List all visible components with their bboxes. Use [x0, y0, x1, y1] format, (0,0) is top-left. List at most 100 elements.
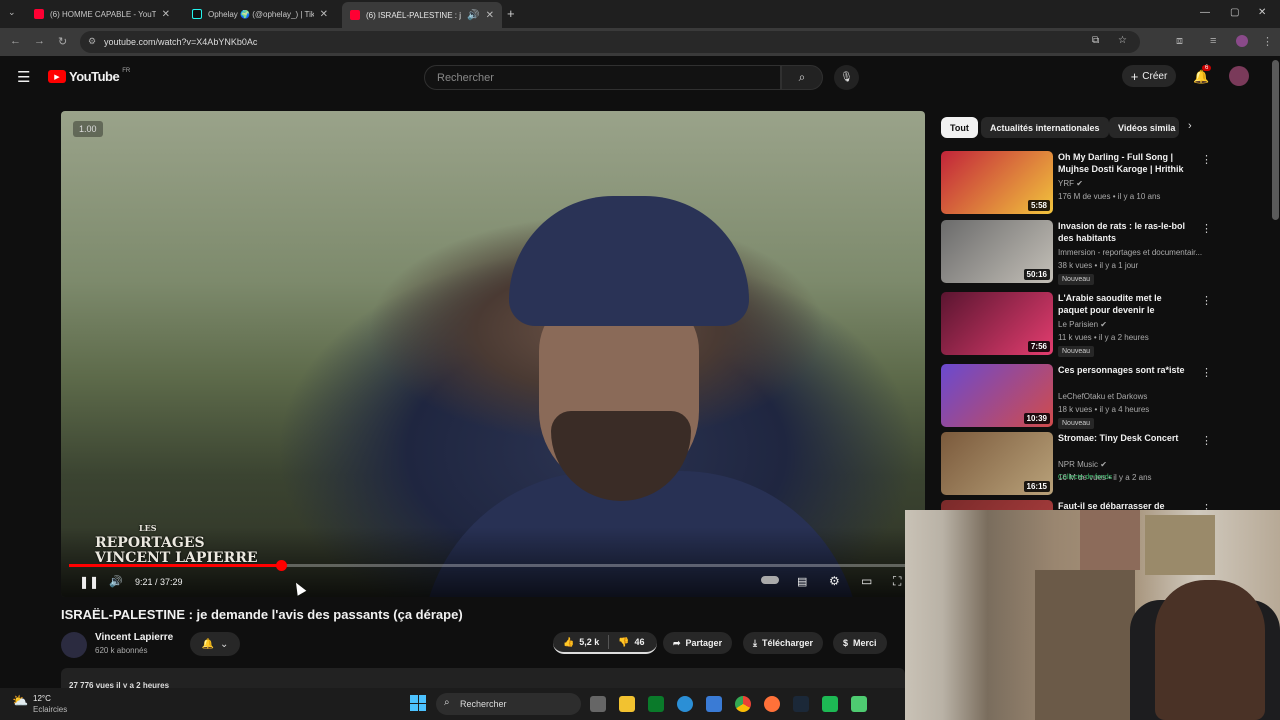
chips-next-chevron-icon[interactable]: ›	[1188, 120, 1192, 132]
recommendation-channel[interactable]: Immersion - reportages et documentair...	[1058, 248, 1202, 257]
share-button[interactable]: ➦ Partager	[663, 632, 733, 654]
recommendation-item[interactable]: 7:56 L'Arabie saoudite met le paquet pour…	[941, 292, 1212, 358]
recommendation-channel[interactable]: LeChefOtaku et Darkows	[1058, 392, 1147, 401]
profile-avatar[interactable]	[1236, 35, 1248, 47]
description-box[interactable]: 27 776 vues il y a 2 heures	[61, 668, 905, 690]
steam-icon[interactable]	[793, 696, 809, 712]
search-input[interactable]: Rechercher	[424, 65, 781, 90]
tab-close-icon[interactable]: ✕	[320, 9, 328, 20]
recommendation-thumbnail[interactable]: 16:15	[941, 432, 1053, 495]
tab-search-chevron-icon[interactable]: ⌄	[8, 7, 16, 18]
recommendation-item[interactable]: 16:15 Stromae: Tiny Desk Concert NPR Music…	[941, 432, 1212, 498]
recommendation-thumbnail[interactable]: 50:16	[941, 220, 1053, 283]
more-options-icon[interactable]: ⋮	[1201, 294, 1212, 307]
back-icon[interactable]: ←	[10, 35, 21, 47]
recommendation-channel[interactable]: Le Parisien ✔	[1058, 320, 1107, 329]
voice-search-button[interactable]: 🎙	[834, 65, 859, 90]
bookmark-star-icon[interactable]: ☆	[1118, 35, 1127, 46]
media-controls-icon[interactable]: ≡	[1210, 35, 1216, 47]
recommendation-title[interactable]: Invasion de rats : le ras-le-bol des hab…	[1058, 220, 1193, 244]
more-options-icon[interactable]: ⋮	[1201, 366, 1212, 379]
more-options-icon[interactable]: ⋮	[1201, 153, 1212, 166]
weather-icon[interactable]: ⛅	[12, 693, 28, 709]
task-view-icon[interactable]	[590, 696, 606, 712]
tab-close-icon[interactable]: ✕	[162, 9, 170, 20]
recommendation-title[interactable]: Ces personnages sont ra*iste	[1058, 364, 1193, 376]
browser-tab-israel-palestine[interactable]: (6) ISRAËL-PALESTINE : je demande l'avis…	[342, 2, 502, 28]
recommendation-title[interactable]: L'Arabie saoudite met le paquet pour dev…	[1058, 292, 1193, 318]
download-button[interactable]: ⤓ Télécharger	[743, 632, 824, 654]
recommendation-channel[interactable]: NPR Music ✔	[1058, 460, 1107, 469]
maximize-window-icon[interactable]: ▢	[1230, 7, 1239, 18]
account-avatar[interactable]	[1229, 66, 1249, 86]
recommendation-item[interactable]: 50:16 Invasion de rats : le ras-le-bol de…	[941, 220, 1212, 286]
video-player[interactable]: 1.00 LES REPORTAGES VINCENT LAPIERRE ❚❚ …	[61, 111, 925, 597]
chrome-browser-icon[interactable]	[735, 696, 751, 712]
firefox-browser-icon[interactable]	[764, 696, 780, 712]
recommendation-thumbnail[interactable]	[941, 500, 1053, 510]
app-icon[interactable]	[822, 696, 838, 712]
start-windows-icon[interactable]	[410, 695, 426, 711]
chip-similar-videos[interactable]: Vidéos simila	[1109, 117, 1179, 138]
create-button[interactable]: + Créer	[1122, 65, 1176, 87]
recommendation-thumbnail[interactable]: 7:56	[941, 292, 1053, 355]
tab-close-icon[interactable]: ✕	[486, 10, 494, 21]
recommendation-item[interactable]: Faut-il se débarrasser de ⋮	[941, 500, 1211, 510]
more-options-icon[interactable]: ⋮	[1201, 434, 1212, 447]
channel-avatar[interactable]	[61, 632, 87, 658]
progress-scrubber[interactable]	[276, 560, 287, 571]
browser-tab-tiktok[interactable]: Ophelay 🌍 (@ophelay_) | TikTok ✕	[184, 3, 336, 25]
recommendation-thumbnail[interactable]: 5:58	[941, 151, 1053, 214]
app-icon[interactable]	[851, 696, 867, 712]
progress-bar[interactable]	[69, 560, 917, 571]
recommendation-channel[interactable]: YRF ✔	[1058, 179, 1083, 188]
file-explorer-icon[interactable]	[619, 696, 635, 712]
forward-icon[interactable]: →	[34, 35, 45, 47]
page-scrollbar[interactable]	[1272, 60, 1279, 220]
address-bar[interactable]: ⚙ youtube.com/watch?v=X4AbYNKb0Ac ☆ ⧉	[80, 31, 1140, 53]
recommendation-title[interactable]: Faut-il se débarrasser de	[1058, 500, 1193, 510]
settings-gear-icon[interactable]: ⚙	[829, 574, 840, 588]
search-button[interactable]: ⌕	[781, 65, 823, 90]
extensions-icon[interactable]: ⧈	[1176, 35, 1183, 48]
chip-world-news[interactable]: Actualités internationales	[981, 117, 1109, 138]
subscription-bell-button[interactable]: 🔔 ⌄	[190, 632, 240, 656]
recommendation-item[interactable]: 10:39 Ces personnages sont ra*iste LeChefO…	[941, 364, 1212, 430]
theater-mode-icon[interactable]: ▭	[861, 574, 872, 588]
recommendation-item[interactable]: 5:58 Oh My Darling - Full Song | Mujhse D…	[941, 151, 1212, 217]
store-icon[interactable]	[706, 696, 722, 712]
install-app-icon[interactable]: ⧉	[1092, 35, 1099, 46]
webcam-shelf	[1035, 570, 1135, 720]
site-info-icon[interactable]: ⚙	[88, 36, 96, 47]
reload-icon[interactable]: ↻	[58, 35, 67, 48]
fullscreen-icon[interactable]: ⛶	[893, 574, 901, 589]
weather-temperature[interactable]: 12°C	[33, 694, 51, 703]
recommendation-title[interactable]: Stromae: Tiny Desk Concert	[1058, 432, 1193, 444]
edge-browser-icon[interactable]	[677, 696, 693, 712]
taskbar-search[interactable]: ⌕ Rechercher	[436, 693, 581, 715]
recommendation-thumbnail[interactable]: 10:39	[941, 364, 1053, 427]
dislike-button[interactable]: 👎 46	[618, 637, 644, 648]
thanks-button[interactable]: $ Merci	[833, 632, 887, 654]
more-options-icon[interactable]: ⋮	[1201, 502, 1211, 510]
new-tab-icon[interactable]: +	[507, 6, 515, 21]
channel-name[interactable]: Vincent Lapierre	[95, 632, 173, 643]
youtube-logo[interactable]: ▶ YouTube FR	[48, 68, 130, 84]
more-options-icon[interactable]: ⋮	[1201, 222, 1212, 235]
volume-icon[interactable]: 🔊	[109, 575, 123, 588]
autoplay-toggle[interactable]	[761, 576, 779, 584]
like-dislike-group: 👍 5,2 k 👎 46	[553, 632, 657, 654]
nvidia-icon[interactable]	[648, 696, 664, 712]
recommendation-title[interactable]: Oh My Darling - Full Song | Mujhse Dosti…	[1058, 151, 1193, 177]
menu-hamburger-icon[interactable]: ☰	[17, 68, 30, 86]
like-button[interactable]: 👍 5,2 k	[563, 637, 599, 648]
chip-all[interactable]: Tout	[941, 117, 978, 138]
close-window-icon[interactable]: ✕	[1258, 7, 1266, 18]
notifications-button[interactable]: 🔔 6	[1193, 65, 1212, 86]
pause-icon[interactable]: ❚❚	[79, 575, 99, 589]
tab-audio-icon[interactable]: 🔊	[467, 10, 479, 21]
browser-tab-homme-capable[interactable]: (6) HOMME CAPABLE - YouTube ✕	[26, 3, 178, 25]
browser-menu-icon[interactable]: ⋮	[1262, 35, 1273, 48]
subtitles-icon[interactable]: ▤	[797, 575, 807, 588]
minimize-window-icon[interactable]: —	[1200, 7, 1210, 18]
